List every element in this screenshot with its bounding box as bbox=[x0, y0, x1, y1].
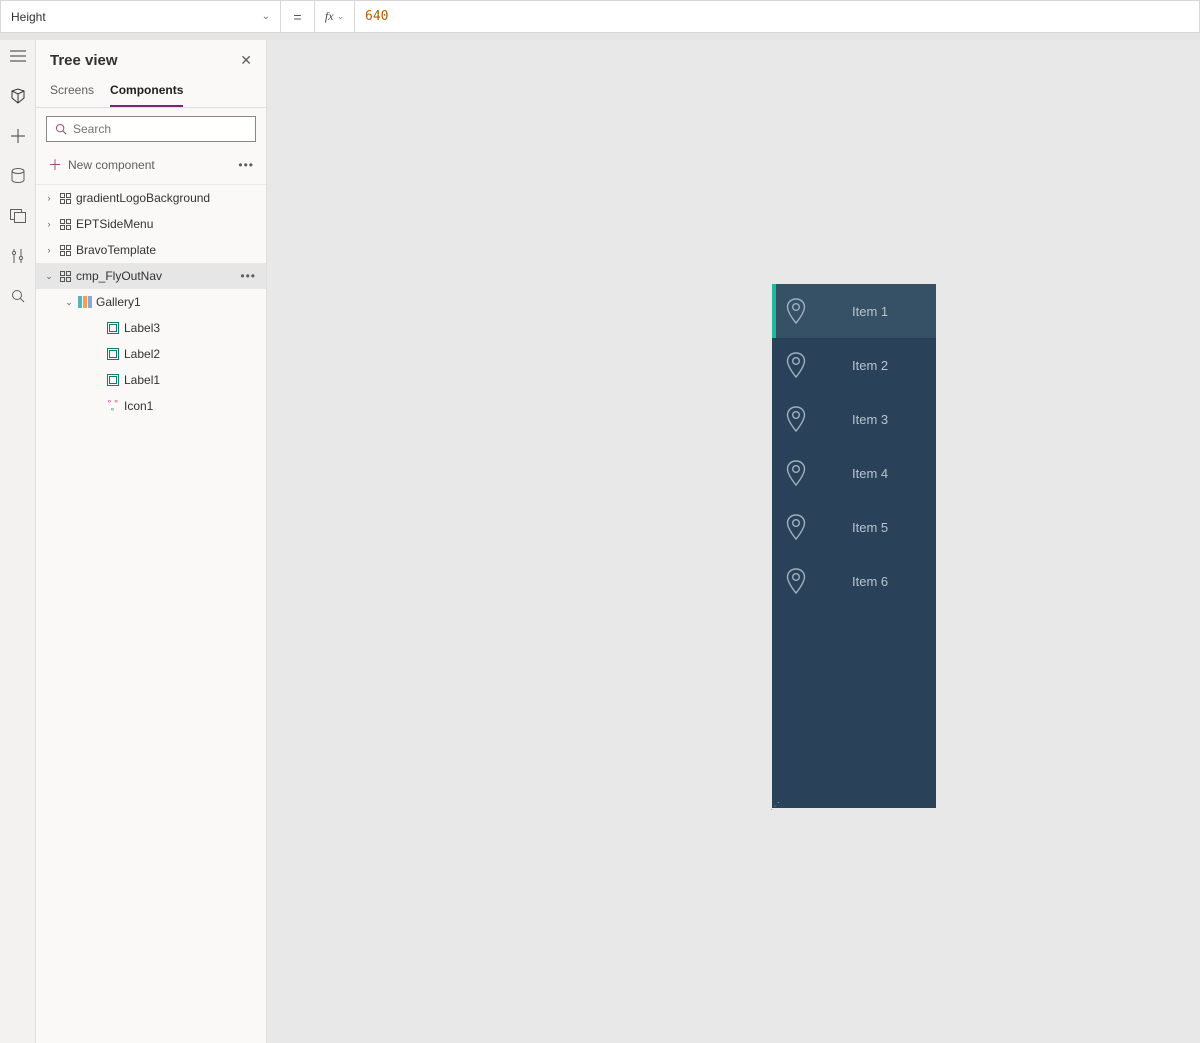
chevron-right-icon: › bbox=[44, 245, 54, 255]
nav-item[interactable]: Item 2 bbox=[772, 338, 936, 392]
tree-item-label: Label1 bbox=[124, 373, 160, 387]
resize-handle-icon[interactable]: ⋰ bbox=[770, 804, 780, 810]
label-icon bbox=[106, 321, 120, 335]
new-component-button[interactable]: ＋ New component bbox=[46, 152, 157, 178]
chevron-down-icon: ⌄ bbox=[337, 11, 345, 22]
tree-view-panel: Tree view ✕ Screens Components ＋ New com… bbox=[36, 40, 267, 1043]
tree-item-label: EPTSideMenu bbox=[76, 217, 153, 231]
tree-item-gallery1[interactable]: ⌄ Gallery1 bbox=[36, 289, 266, 315]
canvas[interactable]: Item 1 Item 2 Item 3 Item 4 Item 5 bbox=[267, 40, 1200, 1043]
component-preview[interactable]: Item 1 Item 2 Item 3 Item 4 Item 5 bbox=[772, 284, 936, 808]
gallery-icon bbox=[78, 295, 92, 309]
nav-item[interactable]: Item 4 bbox=[772, 446, 936, 500]
tree-item-eptsidemenu[interactable]: › EPTSideMenu bbox=[36, 211, 266, 237]
tree-item-label: BravoTemplate bbox=[76, 243, 156, 257]
insert-icon[interactable] bbox=[8, 126, 28, 146]
media-icon[interactable] bbox=[8, 206, 28, 226]
property-name: Height bbox=[11, 10, 46, 24]
nav-item-label: Item 5 bbox=[852, 520, 888, 535]
tab-components[interactable]: Components bbox=[110, 77, 183, 107]
tree-view-title: Tree view bbox=[50, 52, 118, 69]
hamburger-icon[interactable] bbox=[8, 46, 28, 66]
plus-icon: ＋ bbox=[48, 155, 62, 175]
icon-icon bbox=[106, 399, 120, 413]
component-icon bbox=[58, 191, 72, 205]
accent-bar bbox=[772, 284, 776, 338]
tab-screens[interactable]: Screens bbox=[50, 77, 94, 107]
tree-item-flyoutnav[interactable]: ⌄ cmp_FlyOutNav ••• bbox=[36, 263, 266, 289]
left-rail bbox=[0, 40, 36, 1043]
component-icon bbox=[58, 217, 72, 231]
search-field[interactable] bbox=[73, 122, 247, 136]
nav-item-label: Item 4 bbox=[852, 466, 888, 481]
tree-item-label: gradientLogoBackground bbox=[76, 191, 210, 205]
chevron-down-icon: ⌄ bbox=[44, 271, 54, 282]
chevron-down-icon: ⌄ bbox=[262, 11, 270, 22]
fx-icon: fx bbox=[325, 9, 334, 24]
tree-item-label: Label2 bbox=[124, 347, 160, 361]
data-icon[interactable] bbox=[8, 166, 28, 186]
tree-item-label: Gallery1 bbox=[96, 295, 141, 309]
more-icon[interactable]: ••• bbox=[238, 158, 254, 172]
label-icon bbox=[106, 373, 120, 387]
tree-item-gradientlogo[interactable]: › gradientLogoBackground bbox=[36, 185, 266, 211]
label-icon bbox=[106, 347, 120, 361]
search-icon bbox=[55, 123, 67, 135]
chevron-right-icon: › bbox=[44, 193, 54, 203]
chevron-right-icon: › bbox=[44, 219, 54, 229]
component-tree: › gradientLogoBackground › EPTSideMenu ›… bbox=[36, 185, 266, 419]
component-icon bbox=[58, 243, 72, 257]
search-icon[interactable] bbox=[8, 286, 28, 306]
more-icon[interactable]: ••• bbox=[240, 269, 256, 283]
nav-item-label: Item 1 bbox=[852, 304, 888, 319]
location-pin-icon bbox=[786, 568, 806, 594]
tree-item-label2[interactable]: Label2 bbox=[36, 341, 266, 367]
location-pin-icon bbox=[786, 460, 806, 486]
tree-tabs: Screens Components bbox=[36, 77, 266, 108]
location-pin-icon bbox=[786, 514, 806, 540]
component-icon bbox=[58, 269, 72, 283]
formula-input[interactable] bbox=[355, 1, 1199, 32]
nav-item[interactable]: Item 3 bbox=[772, 392, 936, 446]
nav-item-label: Item 3 bbox=[852, 412, 888, 427]
equals-label: = bbox=[281, 1, 315, 32]
location-pin-icon bbox=[786, 352, 806, 378]
nav-item[interactable]: Item 1 bbox=[772, 284, 936, 338]
tree-item-label: cmp_FlyOutNav bbox=[76, 269, 162, 283]
nav-item-label: Item 6 bbox=[852, 574, 888, 589]
tree-item-label1[interactable]: Label1 bbox=[36, 367, 266, 393]
close-icon[interactable]: ✕ bbox=[240, 52, 252, 69]
fx-button[interactable]: fx ⌄ bbox=[315, 1, 355, 32]
nav-item[interactable]: Item 5 bbox=[772, 500, 936, 554]
tree-item-label: Icon1 bbox=[124, 399, 153, 413]
nav-item[interactable]: Item 6 bbox=[772, 554, 936, 608]
chevron-down-icon: ⌄ bbox=[64, 297, 74, 308]
tree-item-label: Label3 bbox=[124, 321, 160, 335]
advanced-tools-icon[interactable] bbox=[8, 246, 28, 266]
property-selector[interactable]: Height ⌄ bbox=[1, 1, 281, 32]
tree-item-icon1[interactable]: Icon1 bbox=[36, 393, 266, 419]
tree-item-label3[interactable]: Label3 bbox=[36, 315, 266, 341]
search-input[interactable] bbox=[46, 116, 256, 142]
new-component-label: New component bbox=[68, 158, 155, 172]
tree-item-bravotemplate[interactable]: › BravoTemplate bbox=[36, 237, 266, 263]
nav-item-label: Item 2 bbox=[852, 358, 888, 373]
location-pin-icon bbox=[786, 298, 806, 324]
tree-view-icon[interactable] bbox=[8, 86, 28, 106]
location-pin-icon bbox=[786, 406, 806, 432]
formula-bar: Height ⌄ = fx ⌄ bbox=[0, 0, 1200, 33]
